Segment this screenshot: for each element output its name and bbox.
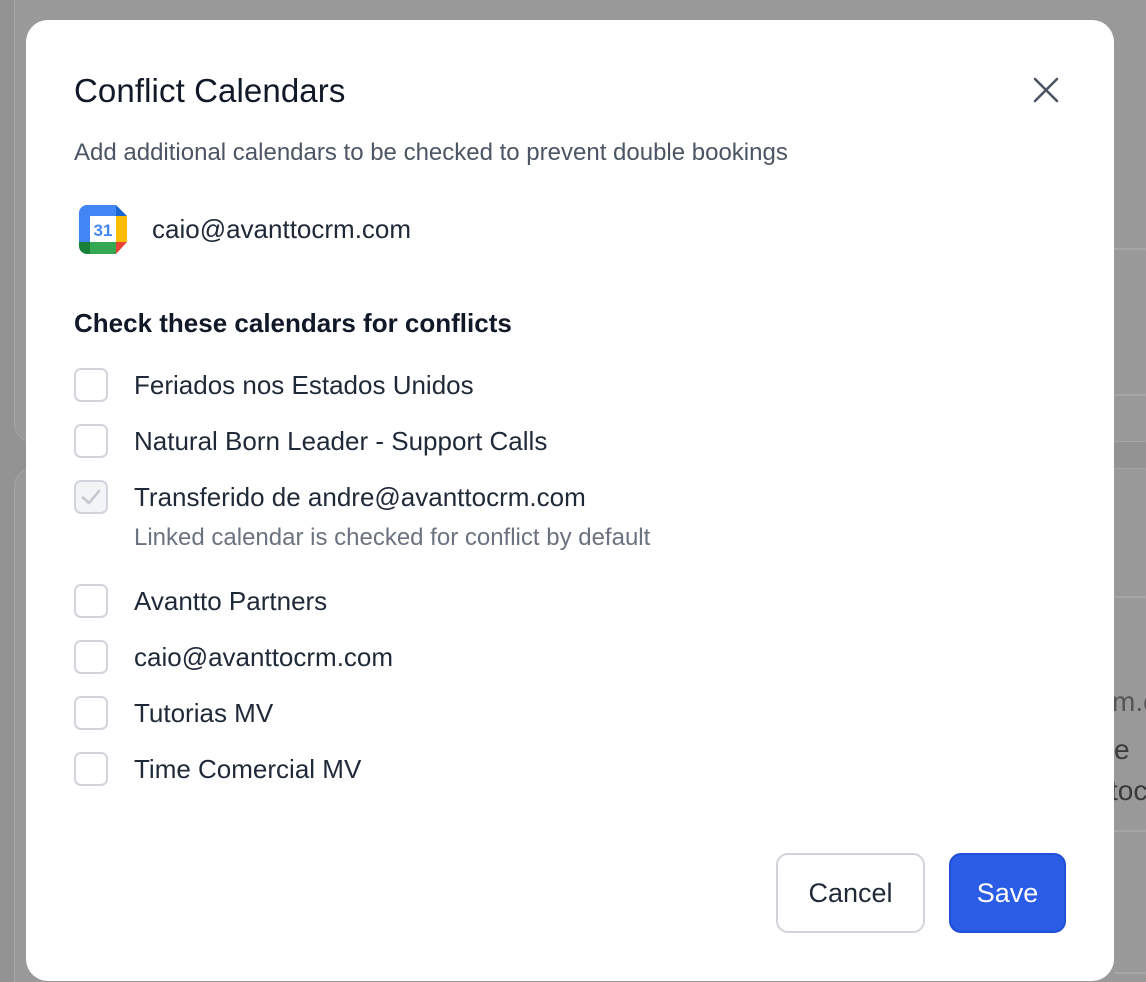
- calendar-checkbox[interactable]: [74, 368, 108, 402]
- calendar-item[interactable]: Tutorias MV: [74, 693, 273, 733]
- close-button[interactable]: [1026, 70, 1066, 110]
- account-email: caio@avanttocrm.com: [152, 213, 412, 244]
- dialog-title: Conflict Calendars: [74, 72, 346, 109]
- calendar-item: Transferido de andre@avanttocrm.com: [74, 477, 586, 517]
- background-divider: [1114, 596, 1146, 598]
- calendar-checkbox[interactable]: [74, 584, 108, 618]
- calendar-label: Natural Born Leader - Support Calls: [134, 425, 548, 456]
- calendar-item[interactable]: Feriados nos Estados Unidos: [74, 365, 474, 405]
- section-heading: Check these calendars for conflicts: [74, 308, 512, 338]
- calendar-label: Feriados nos Estados Unidos: [134, 369, 474, 400]
- save-button[interactable]: Save: [949, 853, 1066, 933]
- calendar-checkbox[interactable]: [74, 640, 108, 674]
- calendar-checkbox[interactable]: [74, 424, 108, 458]
- dialog-subtitle: Add additional calendars to be checked t…: [74, 139, 788, 166]
- calendar-item[interactable]: Natural Born Leader - Support Calls: [74, 421, 547, 461]
- calendar-label: caio@avanttocrm.com: [134, 641, 394, 672]
- calendar-label: Transferido de andre@avanttocrm.com: [134, 481, 586, 512]
- background-divider: [1114, 972, 1146, 974]
- calendar-label: Tutorias MV: [134, 697, 274, 728]
- connected-account: 31 caio@avanttocrm.com: [78, 204, 411, 254]
- checkmark-icon: [81, 489, 101, 505]
- background-divider: [1114, 394, 1146, 396]
- calendar-item[interactable]: Time Comercial MV: [74, 749, 361, 789]
- cancel-button[interactable]: Cancel: [776, 853, 925, 933]
- background-text-fragment: toc: [1110, 775, 1146, 806]
- background-text-fragment: m.c: [1112, 686, 1146, 717]
- linked-calendar-note: Linked calendar is checked for conflict …: [134, 524, 651, 551]
- calendar-item[interactable]: caio@avanttocrm.com: [74, 637, 393, 677]
- calendar-day-number: 31: [94, 221, 113, 240]
- background-text-fragment: e: [1114, 734, 1130, 765]
- background-divider: [1114, 248, 1146, 250]
- calendar-checkbox[interactable]: [74, 752, 108, 786]
- calendar-checkbox[interactable]: [74, 696, 108, 730]
- google-calendar-icon: 31: [78, 205, 127, 254]
- conflict-calendars-dialog: Conflict Calendars Add additional calend…: [26, 20, 1114, 981]
- calendar-label: Time Comercial MV: [134, 753, 362, 784]
- calendar-checkbox-disabled: [74, 480, 108, 514]
- calendar-item[interactable]: Avantto Partners: [74, 581, 327, 621]
- background-divider: [1114, 830, 1146, 832]
- close-icon: [1033, 77, 1059, 103]
- calendar-label: Avantto Partners: [134, 585, 328, 616]
